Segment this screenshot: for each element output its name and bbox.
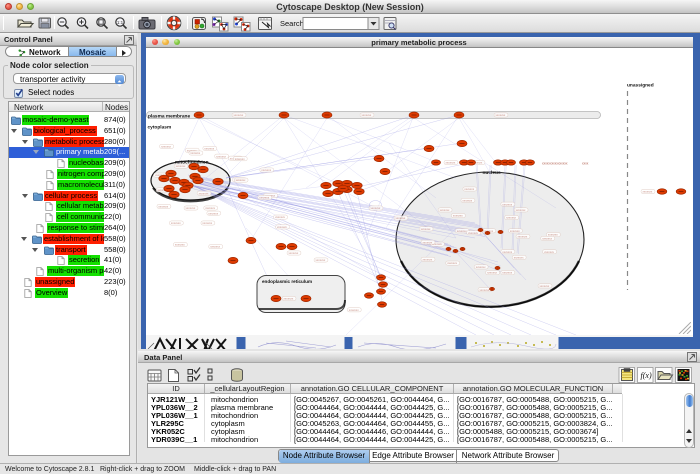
svg-text:unassigned: unassigned — [627, 83, 654, 89]
svg-text:xxxxxxx: xxxxxxx — [456, 229, 466, 233]
svg-text:xxxxxxx: xxxxxxx — [502, 271, 512, 275]
svg-text:plasma membrane: plasma membrane — [148, 114, 190, 120]
svg-text:xxxxxxx: xxxxxxx — [502, 250, 512, 254]
svg-text:Search:: Search: — [280, 19, 306, 28]
svg-text:xxxxxxx: xxxxxxx — [275, 215, 285, 219]
svg-text:xxxxxxx: xxxxxxx — [464, 187, 474, 191]
svg-text:xxxxxxx: xxxxxxx — [462, 199, 472, 203]
svg-text:xxxxxxx: xxxxxxx — [174, 243, 184, 247]
svg-text:xxxxxxxxxxxxxxxx: xxxxxxxxxxxxxxxx — [542, 162, 568, 166]
svg-text:xxxxxxx: xxxxxxx — [190, 151, 200, 155]
svg-text:xxxxxxx: xxxxxxx — [283, 297, 293, 301]
svg-text:endoplasmic reticulum: endoplasmic reticulum — [262, 279, 312, 284]
svg-text:xxxxxxx: xxxxxxx — [202, 221, 212, 225]
svg-text:xxxxxxx: xxxxxxx — [185, 206, 195, 210]
svg-text:xxxxxxx: xxxxxxx — [198, 191, 208, 195]
svg-text:xxxxxxx: xxxxxxx — [158, 205, 168, 209]
svg-text:xxxxxxx: xxxxxxx — [420, 227, 430, 231]
svg-text:xxxxxxx: xxxxxxx — [288, 251, 298, 255]
svg-text:xxxxxxx: xxxxxxx — [509, 229, 519, 233]
svg-text:xxxxxxx: xxxxxxx — [210, 245, 220, 249]
svg-text:xxxxxxx: xxxxxxx — [447, 261, 457, 265]
svg-text:xxxxxxx: xxxxxxx — [515, 208, 525, 212]
svg-text:xxxxxxx: xxxxxxx — [175, 164, 185, 168]
svg-text:xxxxxxx: xxxxxxx — [544, 250, 554, 254]
svg-text:xxxxxxx: xxxxxxx — [506, 216, 516, 220]
svg-text:xxxxxxx: xxxxxxx — [439, 208, 449, 212]
svg-text:xxxx: xxxx — [582, 162, 589, 166]
svg-text:xxxxxxx: xxxxxxx — [205, 206, 215, 210]
svg-text:xxxxxxx: xxxxxxx — [452, 214, 462, 218]
svg-text:xxxxxxx: xxxxxxx — [277, 225, 287, 229]
svg-text:xxxxxxx: xxxxxxx — [495, 113, 505, 117]
svg-text:f(x): f(x) — [641, 371, 652, 380]
svg-text:xxxxxxx: xxxxxxx — [216, 154, 226, 158]
svg-text:xxxxxxx: xxxxxxx — [161, 145, 171, 149]
svg-text:xxxxxxx: xxxxxxx — [487, 271, 497, 275]
svg-text:cytoplasm: cytoplasm — [147, 125, 171, 131]
svg-text:xxxxxxx: xxxxxxx — [445, 161, 455, 165]
svg-text:xxxxxxx: xxxxxxx — [208, 211, 218, 215]
svg-text:1:1: 1:1 — [117, 20, 124, 25]
svg-text:xxxxxxx: xxxxxxx — [204, 147, 214, 151]
svg-text:xxxxxxx: xxxxxxx — [479, 288, 489, 292]
svg-text:xxxxxxx: xxxxxxx — [233, 113, 243, 117]
svg-text:xxxxxxx: xxxxxxx — [261, 168, 271, 172]
svg-text:xxxxxxx: xxxxxxx — [517, 235, 527, 239]
svg-text:xxxxxxx: xxxxxxx — [422, 257, 432, 261]
svg-text:xxxxxxx: xxxxxxx — [539, 284, 549, 288]
svg-text:xxxxxxx: xxxxxxx — [234, 157, 244, 161]
svg-text:xxxxxxx: xxxxxxx — [315, 258, 325, 262]
svg-text:xxxxxxx: xxxxxxx — [642, 190, 652, 194]
svg-text:xxxxxxx: xxxxxxx — [475, 265, 485, 269]
svg-text:xxxxxxx: xxxxxxx — [513, 256, 523, 260]
svg-text:xxxxxxx: xxxxxxx — [502, 202, 512, 206]
svg-text:xxxxxxx: xxxxxxx — [348, 308, 358, 312]
svg-text:xxxxxxx: xxxxxxx — [395, 216, 405, 220]
svg-text:xxxxxxx: xxxxxxx — [235, 178, 245, 182]
svg-text:xxxxxxx: xxxxxxx — [370, 206, 380, 210]
svg-text:xxxxxxx: xxxxxxx — [259, 196, 269, 200]
svg-text:xxxxxxx: xxxxxxx — [170, 221, 180, 225]
svg-text:xxxxxxx: xxxxxxx — [468, 231, 478, 235]
svg-text:xxxxxxx: xxxxxxx — [422, 240, 432, 244]
svg-text:xxxxxxx: xxxxxxx — [542, 237, 552, 241]
svg-text:xxxxxxx: xxxxxxx — [361, 113, 371, 117]
svg-text:nucleus: nucleus — [482, 170, 500, 176]
